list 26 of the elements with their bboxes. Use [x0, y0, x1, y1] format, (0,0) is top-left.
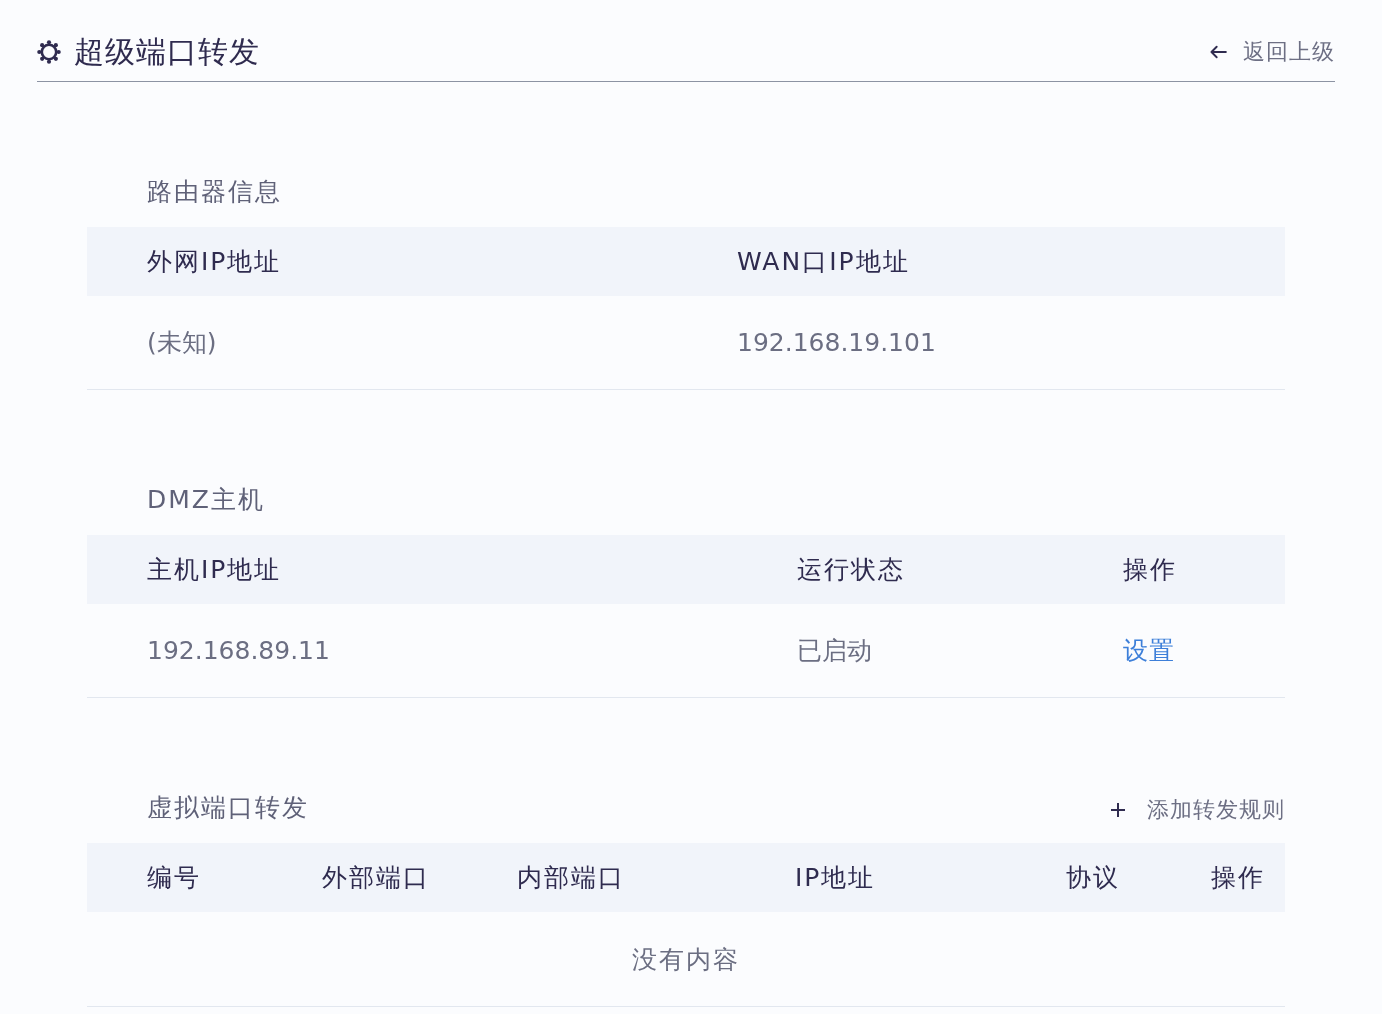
column-heading: 编号: [147, 863, 201, 892]
column-heading: 操作: [1211, 863, 1265, 892]
column-heading: 操作: [1123, 555, 1177, 584]
section-title: 虚拟端口转发: [147, 792, 309, 824]
data-text: 已启动: [797, 636, 872, 665]
section-title: DMZ主机: [147, 484, 265, 516]
empty-message: 没有内容: [632, 943, 740, 976]
data-text: 192.168.89.11: [147, 636, 330, 665]
back-link[interactable]: 返回上级: [1209, 37, 1335, 67]
column-heading: 外网IP地址: [147, 247, 282, 276]
data-text: (未知): [147, 328, 217, 357]
settings-link[interactable]: 设置: [1123, 636, 1175, 665]
data-text: 192.168.19.101: [737, 328, 936, 357]
gear-icon: [37, 40, 61, 64]
column-heading: 内部端口: [517, 863, 625, 892]
left-arrow-icon: [1209, 45, 1227, 59]
column-heading: IP地址: [795, 863, 876, 892]
column-heading: 主机IP地址: [147, 555, 282, 584]
column-heading: 协议: [1066, 863, 1120, 892]
column-heading: 运行状态: [797, 555, 905, 584]
column-heading: 外部端口: [322, 863, 430, 892]
add-rule-button[interactable]: 添加转发规则: [1110, 795, 1285, 825]
plus-icon: [1110, 802, 1126, 818]
page-title: 超级端口转发: [74, 35, 260, 69]
section-title: 路由器信息: [147, 176, 282, 208]
column-heading: WAN口IP地址: [737, 247, 910, 276]
